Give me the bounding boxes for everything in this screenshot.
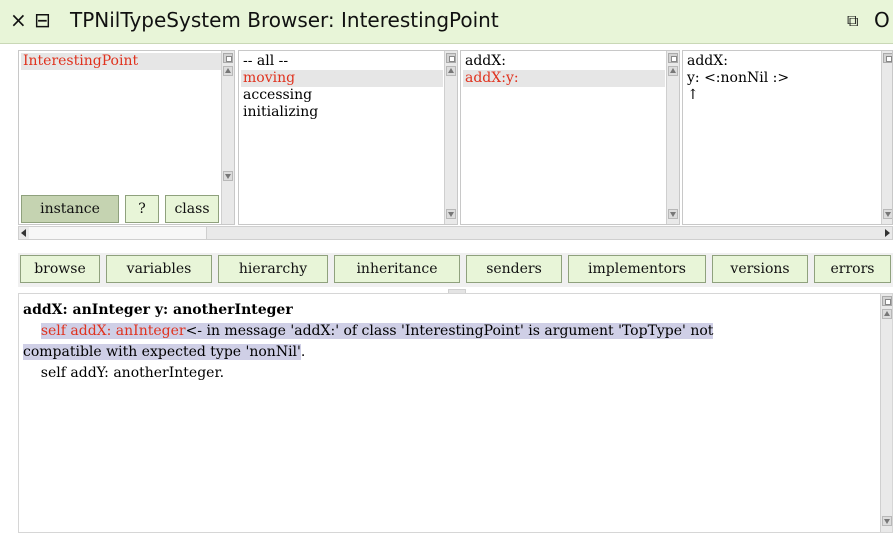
expand-icon[interactable]: O [874, 8, 890, 32]
senders-button[interactable]: senders [466, 255, 562, 283]
scroll-up-arrow[interactable] [446, 66, 456, 76]
code-send-addx: self addX: anInteger [40, 323, 186, 339]
method-item-addx-y[interactable]: addX:y: [463, 70, 665, 87]
category-item-initializing[interactable]: initializing [243, 104, 318, 121]
inheritance-button[interactable]: inheritance [334, 255, 460, 283]
window-title: TPNilTypeSystem Browser: InterestingPoin… [70, 8, 499, 32]
type-info-pane[interactable]: addX: y: <:nonNil :> ↑ [682, 50, 893, 225]
class-item-interestingpoint[interactable]: InterestingPoint [21, 53, 221, 70]
pane-menu-button[interactable] [223, 53, 233, 63]
pane-menu-button[interactable] [668, 53, 678, 63]
close-icon[interactable]: × [10, 8, 27, 32]
scroll-up-arrow[interactable] [882, 309, 892, 319]
method-item-addx[interactable]: addX: [465, 53, 506, 70]
category-item-all[interactable]: -- all -- [243, 53, 288, 70]
scroll-down-arrow[interactable] [223, 171, 233, 181]
type-line: addX: [687, 53, 728, 69]
collapse-icon[interactable]: ⧉ [847, 11, 858, 31]
method-signature: addX: anInteger y: anotherInteger [23, 302, 293, 318]
scroll-up-arrow[interactable] [223, 66, 233, 76]
type-error-message: <- in message 'addX:' of class 'Interest… [185, 323, 714, 339]
code-pane-scrollbar[interactable] [880, 294, 892, 532]
type-error-message-cont: compatible with expected type 'nonNil' [23, 344, 301, 360]
pane-menu-button[interactable] [883, 53, 892, 63]
category-list-pane[interactable]: -- all -- moving accessing initializing [238, 50, 458, 225]
scroll-up-arrow[interactable] [668, 66, 678, 76]
scroll-thumb[interactable] [29, 227, 207, 239]
versions-button[interactable]: versions [712, 255, 808, 283]
help-button[interactable]: ? [125, 195, 159, 223]
pane-menu-button[interactable] [446, 53, 456, 63]
code-dot: . [300, 344, 306, 360]
category-item-moving[interactable]: moving [241, 70, 443, 87]
hierarchy-button[interactable]: hierarchy [218, 255, 328, 283]
horizontal-scrollbar[interactable] [18, 226, 893, 240]
implementors-button[interactable]: implementors [568, 255, 706, 283]
code-editor-pane[interactable]: addX: anInteger y: anotherInteger self a… [18, 293, 893, 533]
code-line-2: compatible with expected type 'nonNil'. [23, 342, 305, 363]
scroll-down-arrow[interactable] [446, 209, 456, 219]
scroll-right-arrow[interactable] [885, 229, 890, 237]
category-item-accessing[interactable]: accessing [243, 87, 312, 104]
window-menu-icon[interactable]: ⊟ [34, 8, 51, 32]
scroll-left-arrow[interactable] [21, 229, 26, 237]
scroll-down-arrow[interactable] [882, 516, 892, 526]
pane-menu-button[interactable] [882, 296, 892, 306]
type-line: ↑ [687, 87, 699, 103]
type-pane-scrollbar[interactable] [881, 51, 892, 224]
instance-button[interactable]: instance [21, 195, 119, 223]
method-list-pane[interactable]: addX: addX:y: [460, 50, 680, 225]
code-line-1: self addX: anInteger<- in message 'addX:… [23, 321, 879, 342]
browse-button[interactable]: browse [20, 255, 100, 283]
class-button[interactable]: class [165, 195, 219, 223]
class-pane-scrollbar[interactable] [221, 51, 234, 224]
toolbar: browse variables hierarchy inheritance s… [18, 253, 893, 287]
class-list-pane[interactable]: InterestingPoint instance ? class [18, 50, 235, 225]
method-pane-scrollbar[interactable] [666, 51, 679, 224]
scroll-down-arrow[interactable] [883, 209, 892, 219]
errors-button[interactable]: errors [814, 255, 891, 283]
code-line-3: self addY: anotherInteger. [23, 365, 225, 381]
type-line: y: <:nonNil :> [687, 70, 790, 86]
category-pane-scrollbar[interactable] [444, 51, 457, 224]
scroll-down-arrow[interactable] [668, 209, 678, 219]
variables-button[interactable]: variables [106, 255, 212, 283]
title-bar[interactable]: × ⊟ TPNilTypeSystem Browser: Interesting… [0, 0, 893, 44]
